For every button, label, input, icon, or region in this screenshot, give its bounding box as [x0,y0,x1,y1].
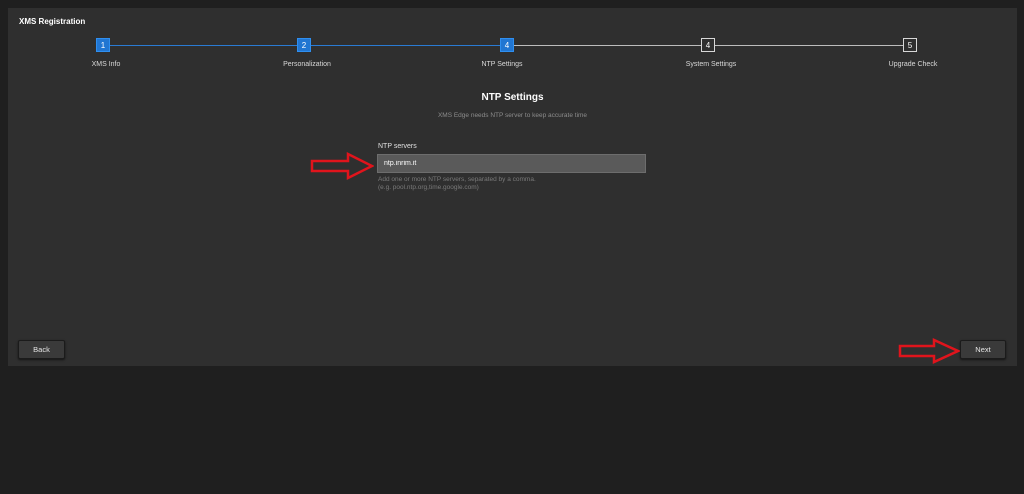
step-2-label: Personalization [283,61,331,68]
step-5-label: Upgrade Check [888,61,938,68]
next-button[interactable]: Next [960,340,1006,359]
annotation-arrow-input [310,152,374,180]
step-4-box[interactable]: 4 [701,38,715,52]
step-4-label: System Settings [685,61,737,68]
page-subheading: XMS Edge needs NTP server to keep accura… [437,112,588,119]
page-heading: NTP Settings [481,92,544,103]
registration-panel: XMS Registration 1 2 4 4 5 XMS Info Pers… [8,8,1017,366]
step-1-label: XMS Info [91,61,121,68]
ntp-servers-label: NTP servers [378,143,417,150]
hint-line-2: (e.g. pool.ntp.org,time.google.com) [378,184,479,191]
hint-line-1: Add one or more NTP servers, separated b… [378,176,536,183]
step-3-box[interactable]: 4 [500,38,514,52]
annotation-arrow-next [898,338,960,364]
step-5-box[interactable]: 5 [903,38,917,52]
step-1-box[interactable]: 1 [96,38,110,52]
stepper: 1 2 4 4 5 XMS Info Personalization NTP S… [8,8,1017,88]
step-3-label: NTP Settings [481,61,523,68]
ntp-servers-hint: Add one or more NTP servers, separated b… [378,176,536,192]
back-button[interactable]: Back [18,340,65,359]
ntp-servers-input[interactable] [377,154,646,173]
step-2-box[interactable]: 2 [297,38,311,52]
